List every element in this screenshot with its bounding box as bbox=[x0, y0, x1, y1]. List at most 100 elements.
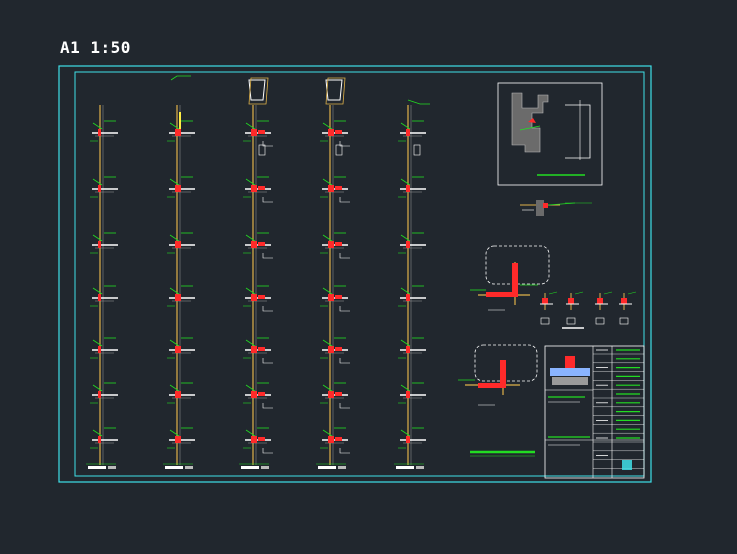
rebar-mark bbox=[98, 294, 101, 301]
outer-frame bbox=[58, 65, 652, 483]
annotation-leader bbox=[169, 122, 180, 130]
rebar-mark bbox=[175, 294, 181, 301]
section-scale-bar-tail bbox=[416, 466, 424, 469]
rebar-mark bbox=[258, 186, 265, 190]
floor-junction bbox=[243, 176, 273, 203]
floor-junction bbox=[398, 337, 426, 359]
annotation-leader bbox=[322, 384, 333, 392]
wall-section-column bbox=[239, 77, 273, 469]
annotation-leader bbox=[574, 291, 584, 295]
annotation-leader bbox=[400, 122, 411, 130]
rebar-mark bbox=[251, 391, 257, 398]
detail-tag bbox=[339, 448, 350, 454]
floor-junction bbox=[243, 285, 273, 312]
section-scale-bar-tail bbox=[261, 466, 269, 469]
rebar-mark bbox=[258, 437, 265, 441]
annotation-leader bbox=[400, 287, 411, 295]
rebar-mark bbox=[251, 185, 257, 192]
rebar-mark bbox=[568, 298, 574, 304]
floor-junction bbox=[243, 337, 273, 364]
annotation-leader bbox=[169, 429, 180, 437]
annotation-leader bbox=[245, 234, 256, 242]
annotation-leader bbox=[245, 122, 256, 130]
annotation-leader bbox=[92, 287, 103, 295]
rebar-mark bbox=[251, 294, 257, 301]
detail-tag bbox=[262, 197, 273, 203]
section-scale-bar bbox=[396, 466, 414, 469]
floor-junction bbox=[320, 285, 350, 312]
floor-junction bbox=[398, 120, 426, 156]
detail-label-box bbox=[566, 317, 576, 325]
floor-junction bbox=[167, 427, 195, 449]
rebar-mark bbox=[328, 129, 334, 136]
detail-tag bbox=[262, 306, 273, 312]
rebar-mark bbox=[175, 241, 181, 248]
annotation-leader bbox=[400, 339, 411, 347]
title-block-rows bbox=[593, 349, 644, 469]
annotation-leader bbox=[169, 234, 180, 242]
floor-junction bbox=[320, 176, 350, 203]
annotation-leader bbox=[92, 234, 103, 242]
rebar-mark bbox=[98, 129, 101, 136]
annotation-leader bbox=[400, 429, 411, 437]
rebar-mark bbox=[98, 241, 101, 248]
annotation-leader bbox=[322, 339, 333, 347]
wall-section-column bbox=[163, 75, 195, 469]
callout-detail-lower bbox=[458, 344, 538, 406]
annotation-leader bbox=[169, 384, 180, 392]
rebar-mark bbox=[98, 436, 101, 443]
annotation-leader bbox=[627, 291, 637, 295]
rebar-mark bbox=[175, 391, 181, 398]
floor-junction bbox=[398, 285, 426, 307]
floor-junction bbox=[90, 120, 118, 142]
rebar-mark bbox=[542, 298, 548, 304]
annotation-leader bbox=[245, 384, 256, 392]
section-scale-bar bbox=[241, 466, 259, 469]
rebar-mark bbox=[335, 347, 342, 351]
floor-junction bbox=[243, 120, 273, 156]
floor-junction bbox=[90, 285, 118, 307]
annotation-leader bbox=[400, 384, 411, 392]
annotation-leader bbox=[92, 384, 103, 392]
rebar-mark bbox=[98, 391, 101, 398]
small-detail-group bbox=[540, 291, 637, 329]
section-scale-bar bbox=[318, 466, 336, 469]
rebar-mark bbox=[258, 392, 265, 396]
parapet-outline bbox=[248, 79, 266, 101]
wall-section-column bbox=[316, 77, 350, 469]
annotation-leader bbox=[92, 429, 103, 437]
rebar-mark bbox=[406, 294, 410, 301]
rebar-mark bbox=[406, 129, 410, 136]
rebar-mark bbox=[406, 185, 410, 192]
cad-drawing-canvas[interactable] bbox=[0, 0, 737, 554]
floor-junction bbox=[320, 120, 350, 156]
plan-wall-line bbox=[565, 104, 591, 159]
joint-detail bbox=[520, 200, 592, 216]
annotation-leader bbox=[245, 178, 256, 186]
rebar-mark bbox=[175, 346, 181, 353]
floor-junction bbox=[167, 232, 195, 254]
annotation-leader bbox=[322, 429, 333, 437]
detail-tag bbox=[339, 197, 350, 203]
detail-tag bbox=[262, 358, 273, 364]
section-scale-bar-tail bbox=[338, 466, 346, 469]
floor-junction bbox=[243, 232, 273, 259]
detail-tag bbox=[262, 253, 273, 259]
annotation-leader bbox=[322, 287, 333, 295]
floor-junction bbox=[243, 382, 273, 409]
rebar-mark bbox=[251, 241, 257, 248]
detail-tag bbox=[339, 253, 350, 259]
detail-box bbox=[413, 144, 421, 156]
floor-junction bbox=[167, 382, 195, 404]
floor-junction bbox=[167, 176, 195, 198]
rebar-mark bbox=[98, 185, 101, 192]
floor-junction bbox=[398, 232, 426, 254]
detail-label-box bbox=[619, 317, 629, 325]
small-detail bbox=[566, 291, 584, 325]
floor-junction bbox=[320, 337, 350, 364]
detail-tag bbox=[262, 448, 273, 454]
rebar-mark bbox=[251, 129, 257, 136]
annotation-leader bbox=[603, 291, 613, 295]
rebar-mark bbox=[258, 242, 265, 246]
parapet-outline bbox=[325, 79, 343, 101]
